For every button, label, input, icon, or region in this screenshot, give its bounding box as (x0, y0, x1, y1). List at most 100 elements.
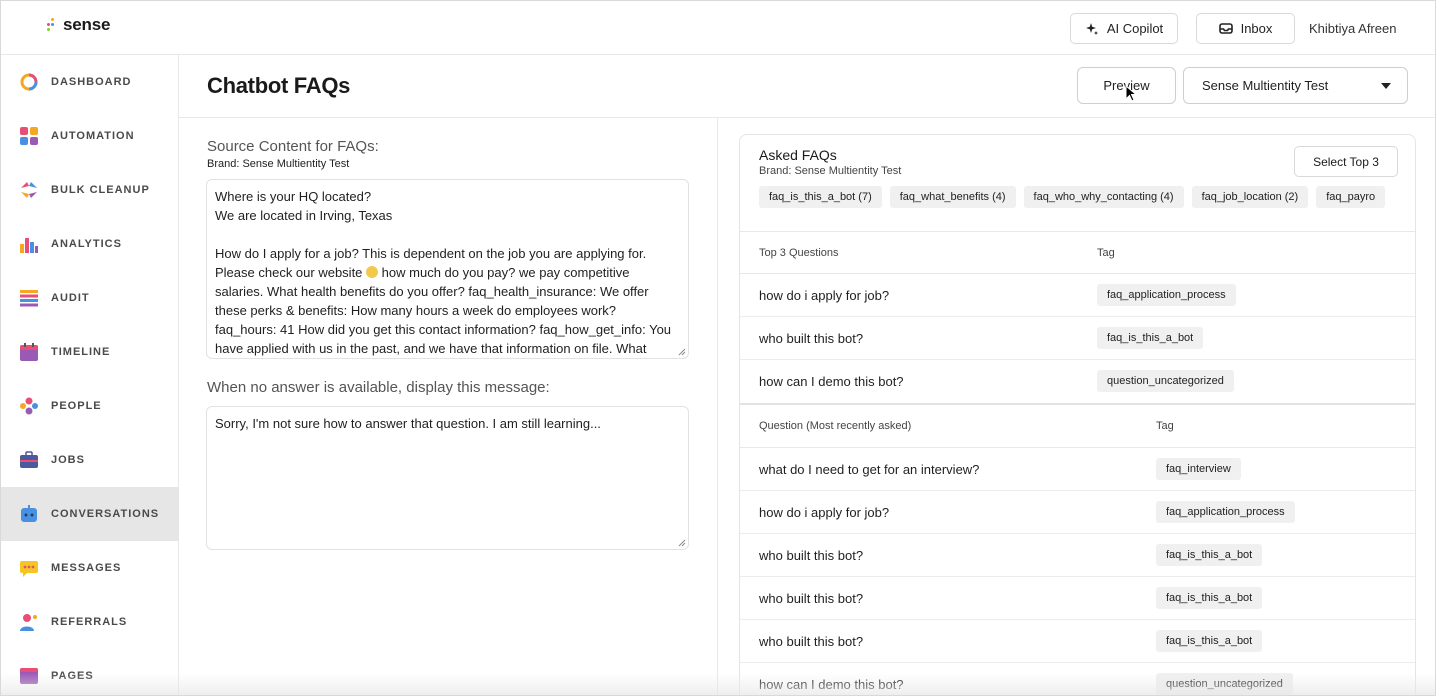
asked-faqs-brand: Brand: Sense Multientity Test (759, 165, 902, 177)
asked-faqs-title: Asked FAQs (759, 147, 837, 163)
faq-tag-chip[interactable]: faq_is_this_a_bot (7) (759, 186, 882, 208)
timeline-icon (20, 343, 38, 361)
fallback-message-label: When no answer is available, display thi… (207, 379, 550, 396)
row-tag: faq_is_this_a_bot (1156, 544, 1263, 566)
column-header-question: Question (Most recently asked) (759, 420, 912, 432)
analytics-icon (20, 238, 38, 253)
inbox-icon (1218, 23, 1233, 34)
sidebar-item-label: REFERRALS (51, 616, 128, 628)
row-tag: faq_is_this_a_bot (1156, 630, 1263, 652)
pages-icon (20, 668, 38, 684)
source-content-pane: Source Content for FAQs: Brand: Sense Mu… (179, 118, 718, 695)
referrals-icon (20, 614, 37, 631)
automation-icon (20, 127, 38, 145)
row-question: how can I demo this bot? (759, 374, 904, 389)
source-line: We are located in Irving, Texas (215, 208, 393, 223)
table-row[interactable]: who built this bot? faq_is_this_a_bot (740, 577, 1415, 620)
table-row[interactable]: how do i apply for job? faq_application_… (740, 274, 1415, 317)
faq-tag-chips: faq_is_this_a_bot (7) faq_what_benefits (… (759, 186, 1399, 210)
sidebar-item-label: AUTOMATION (51, 130, 135, 142)
table-row[interactable]: who built this bot? faq_is_this_a_bot (740, 534, 1415, 577)
sidebar-item-bulk-cleanup[interactable]: BULK CLEANUP (1, 163, 178, 217)
inbox-label: Inbox (1240, 21, 1273, 36)
main-content: Chatbot FAQs Preview Sense Multientity T… (179, 55, 1435, 695)
column-header-question: Top 3 Questions (759, 247, 839, 259)
resize-handle-icon[interactable] (678, 348, 686, 356)
recent-questions-header: Question (Most recently asked) Tag (740, 405, 1415, 448)
sidebar-item-conversations[interactable]: CONVERSATIONS (1, 487, 178, 541)
source-brand-label: Brand: Sense Multientity Test (207, 158, 350, 170)
sidebar-item-label: MESSAGES (51, 562, 122, 574)
sidebar-item-people[interactable]: PEOPLE (1, 379, 178, 433)
faq-tag-chip[interactable]: faq_payro (1316, 186, 1386, 208)
row-question: who built this bot? (759, 331, 864, 346)
row-question: who built this bot? (759, 634, 864, 649)
fallback-message-text: Sorry, I'm not sure how to answer that q… (215, 416, 601, 431)
logo-text: sense (63, 15, 111, 34)
logo[interactable]: sense (47, 15, 110, 35)
page-header: Chatbot FAQs Preview Sense Multientity T… (179, 55, 1435, 118)
sidebar-item-automation[interactable]: AUTOMATION (1, 109, 178, 163)
select-top-3-button[interactable]: Select Top 3 (1294, 146, 1398, 177)
row-question: who built this bot? (759, 548, 864, 563)
faq-tag-chip[interactable]: faq_job_location (2) (1191, 186, 1309, 208)
resize-handle-icon[interactable] (678, 539, 686, 547)
sidebar-item-referrals[interactable]: REFERRALS (1, 595, 178, 649)
sidebar-item-label: DASHBOARD (51, 76, 132, 88)
messages-icon (20, 561, 38, 577)
sidebar-item-label: TIMELINE (51, 346, 111, 358)
table-row[interactable]: what do I need to get for an interview? … (740, 448, 1415, 491)
sidebar-item-audit[interactable]: AUDIT (1, 271, 178, 325)
column-header-tag: Tag (1156, 420, 1174, 432)
sidebar-item-label: ANALYTICS (51, 238, 122, 250)
ai-copilot-label: AI Copilot (1106, 21, 1164, 36)
sidebar-item-label: BULK CLEANUP (51, 184, 150, 196)
row-tag: faq_is_this_a_bot (1097, 327, 1204, 349)
sidebar-item-analytics[interactable]: ANALYTICS (1, 217, 178, 271)
inbox-button[interactable]: Inbox (1196, 13, 1295, 44)
faq-tag-chip[interactable]: faq_who_why_contacting (4) (1023, 186, 1184, 208)
top-questions-header: Top 3 Questions Tag (740, 231, 1415, 274)
column-header-tag: Tag (1097, 247, 1115, 259)
fallback-message-textarea[interactable]: Sorry, I'm not sure how to answer that q… (206, 406, 689, 550)
sidebar-item-dashboard[interactable]: DASHBOARD (1, 55, 178, 109)
brand-select-value: Sense Multientity Test (1202, 78, 1329, 93)
row-question: what do I need to get for an interview? (759, 462, 980, 477)
people-icon (20, 397, 38, 415)
asked-faqs-panel: Asked FAQs Brand: Sense Multientity Test… (739, 134, 1416, 695)
sidebar-item-label: JOBS (51, 454, 85, 466)
brand-select[interactable]: Sense Multientity Test (1183, 67, 1408, 104)
jobs-icon (20, 451, 38, 468)
bulk-cleanup-icon (21, 182, 37, 198)
page-title: Chatbot FAQs (207, 73, 351, 98)
table-row[interactable]: who built this bot? faq_is_this_a_bot (740, 317, 1415, 360)
top-bar: sense AI Copilot Inbox Khibtiya Afreen (1, 1, 1435, 55)
faq-tag-chip[interactable]: faq_what_benefits (4) (889, 186, 1016, 208)
sidebar-item-label: CONVERSATIONS (51, 508, 160, 520)
app-window: sense AI Copilot Inbox Khibtiya Afreen D… (0, 0, 1436, 696)
sidebar-item-jobs[interactable]: JOBS (1, 433, 178, 487)
sidebar-item-label: PAGES (51, 670, 94, 682)
source-content-label: Source Content for FAQs: (207, 138, 379, 155)
row-tag: faq_application_process (1156, 501, 1295, 523)
sidebar-item-timeline[interactable]: TIMELINE (1, 325, 178, 379)
row-tag: question_uncategorized (1156, 673, 1293, 695)
ai-copilot-button[interactable]: AI Copilot (1070, 13, 1178, 44)
table-row[interactable]: how can I demo this bot? question_uncate… (740, 663, 1415, 695)
sidebar-item-messages[interactable]: MESSAGES (1, 541, 178, 595)
sparkle-icon (1085, 22, 1098, 35)
row-question: who built this bot? (759, 591, 864, 606)
table-row[interactable]: how can I demo this bot? question_uncate… (740, 360, 1415, 403)
row-tag: faq_is_this_a_bot (1156, 587, 1263, 609)
logo-dots-icon (47, 17, 57, 33)
source-content-textarea[interactable]: Where is your HQ located? We are located… (206, 179, 689, 359)
source-paragraph: How do I apply for a job? This is depend… (215, 246, 672, 356)
sidebar-item-label: PEOPLE (51, 400, 102, 412)
table-row[interactable]: who built this bot? faq_is_this_a_bot (740, 620, 1415, 663)
row-tag: question_uncategorized (1097, 370, 1234, 392)
source-line: Where is your HQ located? (215, 189, 372, 204)
table-row[interactable]: how do i apply for job? faq_application_… (740, 491, 1415, 534)
sidebar: DASHBOARD AUTOMATION BULK CLEANUP ANALYT… (1, 55, 179, 695)
sidebar-item-pages[interactable]: PAGES (1, 649, 178, 695)
user-name[interactable]: Khibtiya Afreen (1309, 21, 1396, 36)
